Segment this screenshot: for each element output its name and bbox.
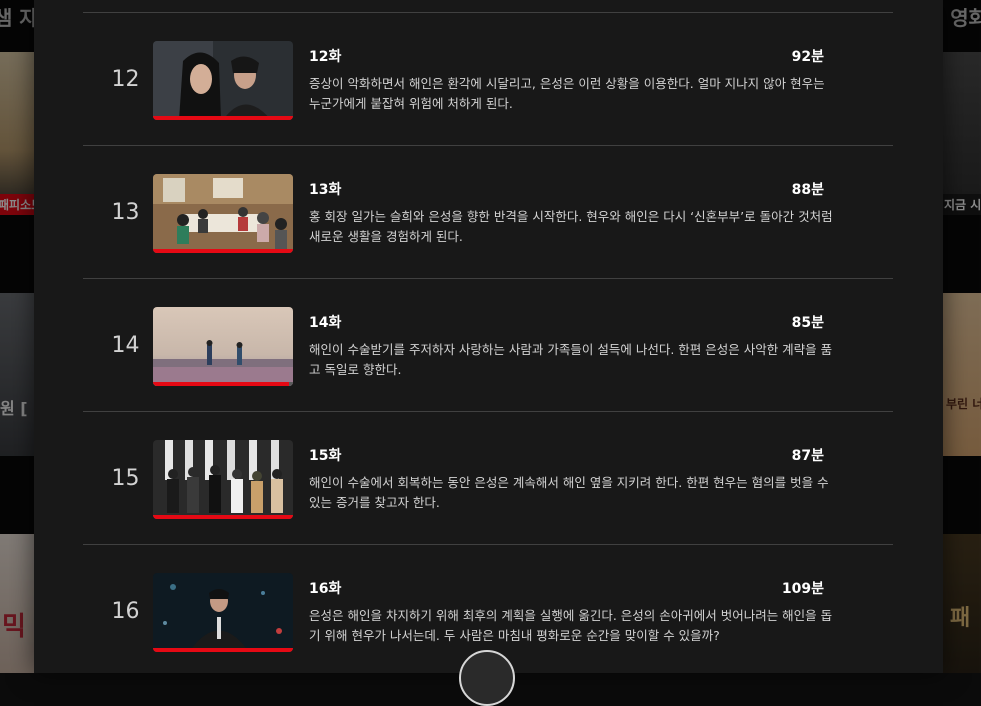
episode-description: 홍 회장 일가는 슬희와 은성을 향한 반격을 시작한다. 현우와 해인은 다시… — [309, 209, 833, 244]
thumbnail-image — [153, 307, 293, 386]
episode-thumbnail[interactable] — [153, 440, 293, 519]
episode-duration: 88분 — [791, 182, 824, 198]
episode-duration: 85분 — [791, 315, 824, 331]
episode-duration: 92분 — [791, 49, 824, 65]
background-row-title-left: 샘 자 — [0, 6, 38, 30]
background-tile-text: 원 [ — [0, 399, 28, 418]
thumbnail-image — [153, 174, 293, 253]
episode-item[interactable]: 14 14화 85분 해인이 수술받기를 주저하자 사랑하는 사람과 가족들이 … — [83, 279, 893, 412]
episode-title: 13화 — [309, 182, 342, 198]
episode-title: 14화 — [309, 315, 342, 331]
watch-progress-bar — [153, 249, 293, 253]
episode-thumbnail[interactable] — [153, 174, 293, 253]
episode-title: 15화 — [309, 448, 342, 464]
thumbnail-image — [153, 573, 293, 652]
background-tile-right-3[interactable]: 패 — [940, 534, 981, 673]
watch-progress-bar — [153, 382, 289, 386]
episode-title: 16화 — [309, 581, 342, 597]
watch-progress-bar — [153, 515, 293, 519]
background-tile-text: 믹 — [2, 612, 26, 642]
episode-thumbnail[interactable] — [153, 307, 293, 386]
background-tile-label: 지금 시 — [940, 194, 981, 215]
episode-thumbnail[interactable] — [153, 573, 293, 652]
scroll-down-button[interactable] — [459, 650, 515, 706]
watch-progress-bar — [153, 648, 293, 652]
background-tile-right-1[interactable]: 지금 시 — [940, 52, 981, 215]
episode-description: 해인이 수술에서 회복하는 동안 은성은 계속해서 해인 옆을 지키려 한다. … — [309, 475, 829, 510]
background-tile-right-2[interactable]: 부린 너 — [940, 293, 981, 456]
episode-description: 해인이 수술받기를 주저하자 사랑하는 사람과 가족들이 설득에 나선다. 한편… — [309, 342, 833, 377]
episode-item[interactable]: 12 12화 92분 증상이 악화하면서 해인은 환각에 시달리고, 은성은 이… — [83, 13, 893, 146]
thumbnail-image — [153, 440, 293, 519]
thumbnail-image — [153, 41, 293, 120]
episode-title: 12화 — [309, 49, 342, 65]
background-tile-text: 부린 너 — [946, 397, 981, 411]
episode-duration: 109분 — [781, 581, 824, 597]
episode-duration: 87분 — [791, 448, 824, 464]
episode-list-modal: 12 12화 92분 증상이 악화하면서 해인은 환각에 시달리고, 은성은 이… — [34, 0, 943, 706]
episode-description: 증상이 악화하면서 해인은 환각에 시달리고, 은성은 이런 상황을 이용한다.… — [309, 76, 825, 111]
episode-item[interactable]: 15 15화 87분 해인이 수술에서 회복하는 동안 은성은 계속해서 해인 … — [83, 412, 893, 545]
episode-item[interactable]: 13 13화 88분 홍 회장 일가는 슬희와 은성을 향한 반격을 시작한다.… — [83, 146, 893, 279]
watch-progress-bar — [153, 116, 293, 120]
episode-thumbnail[interactable] — [153, 41, 293, 120]
background-tile-text: 패 — [950, 606, 971, 631]
episode-description: 은성은 해인을 차지하기 위해 최후의 계획을 실행에 옮긴다. 은성의 손아귀… — [309, 608, 833, 643]
